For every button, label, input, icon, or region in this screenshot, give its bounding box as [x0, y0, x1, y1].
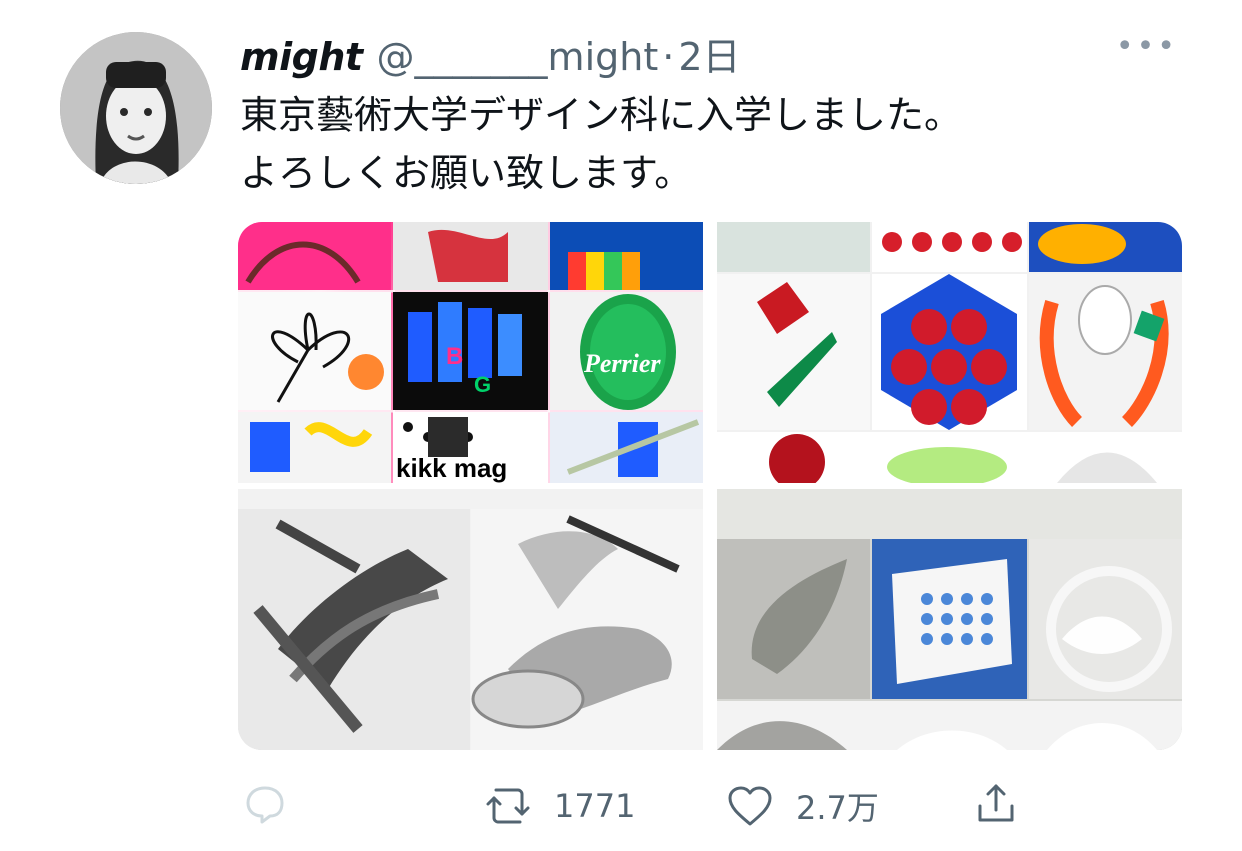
svg-text:B: B — [446, 343, 463, 370]
like-count: 2.7万 — [796, 789, 879, 827]
kikkmag-label: kikk mag — [396, 453, 507, 483]
tweet-actions: 1771 2.7万 — [240, 774, 1060, 838]
like-button[interactable]: 2.7万 — [722, 774, 922, 838]
media-tile-sculpture[interactable] — [717, 489, 1182, 750]
meta-separator: · — [662, 35, 675, 79]
pencil-drawing-image — [238, 489, 703, 750]
more-options-icon[interactable]: ••• — [1116, 32, 1178, 62]
reply-icon — [246, 786, 284, 824]
avatar-image — [60, 32, 212, 184]
heart-icon — [728, 786, 772, 826]
share-icon — [978, 784, 1014, 822]
perrier-label: Perrier — [583, 349, 661, 378]
retweet-button[interactable]: 1771 — [480, 774, 660, 838]
media-grid: B G Perrier kikk mag — [238, 222, 1182, 750]
reply-button[interactable] — [240, 778, 300, 834]
display-name[interactable]: might — [240, 35, 363, 79]
svg-text:G: G — [474, 372, 491, 397]
tweet-text: 東京藝術大学デザイン科に入学しました。 よろしくお願い致します。 — [240, 93, 963, 195]
paper-sculpture-image — [717, 489, 1182, 750]
retweet-count: 1771 — [554, 787, 636, 825]
share-button[interactable] — [968, 776, 1028, 836]
retweet-icon — [486, 788, 530, 824]
media-tile-collage[interactable]: B G Perrier kikk mag — [238, 222, 703, 483]
user-handle[interactable]: @_______might — [377, 35, 659, 79]
avatar[interactable] — [60, 32, 212, 184]
collage-image: B G Perrier kikk mag — [238, 222, 703, 483]
tweet-header: might @_______might · 2日 — [240, 26, 741, 81]
timestamp[interactable]: 2日 — [678, 26, 740, 81]
media-tile-still-life[interactable] — [717, 222, 1182, 483]
still-life-image — [717, 222, 1182, 483]
media-tile-pencil[interactable] — [238, 489, 703, 750]
